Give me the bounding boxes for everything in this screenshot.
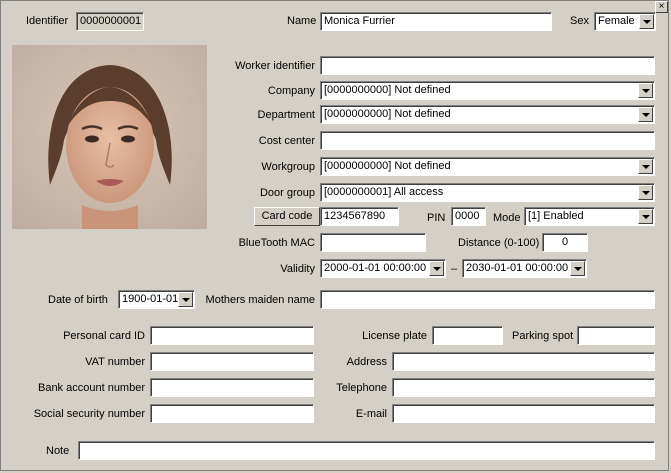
date-of-birth-picker[interactable]: 1900-01-01 — [118, 290, 195, 309]
email-field[interactable] — [392, 404, 655, 423]
pin-label: PIN — [427, 212, 446, 224]
parking-spot-field[interactable] — [577, 326, 655, 345]
mothers-maiden-name-label: Mothers maiden name — [205, 294, 315, 306]
sex-select[interactable]: Female — [594, 12, 656, 31]
card-code-button[interactable]: Card code — [254, 207, 320, 226]
social-security-number-label: Social security number — [33, 408, 145, 420]
license-plate-field[interactable] — [432, 326, 503, 345]
email-label: E-mail — [355, 408, 387, 420]
workgroup-select[interactable]: [0000000000] Not defined — [320, 157, 655, 176]
company-select-value: [0000000000] Not defined — [324, 84, 451, 96]
workgroup-label: Workgroup — [261, 161, 315, 173]
chevron-down-icon[interactable] — [638, 185, 653, 200]
mode-select-value: [1] Enabled — [528, 210, 584, 222]
parking-spot-label: Parking spot — [512, 330, 574, 342]
validity-label: Validity — [280, 263, 315, 275]
department-label: Department — [257, 109, 315, 121]
cost-center-field[interactable] — [320, 131, 655, 150]
name-field[interactable]: Monica Furrier — [320, 12, 552, 31]
date-of-birth-value: 1900-01-01 — [122, 293, 179, 305]
worker-identifier-label: Worker identifier — [235, 60, 315, 72]
validity-from-value: 2000-01-01 00:00:00 — [324, 262, 427, 274]
validity-separator: – — [451, 263, 458, 275]
date-of-birth-label: Date of birth — [48, 294, 108, 306]
validity-to-picker[interactable]: 2030-01-01 00:00:00 — [462, 259, 587, 278]
chevron-down-icon[interactable] — [178, 292, 193, 307]
bank-account-number-field[interactable] — [150, 378, 314, 397]
chevron-down-icon[interactable] — [638, 159, 653, 174]
cost-center-label: Cost center — [258, 135, 315, 147]
door-group-select-value: [0000000001] All access — [324, 186, 444, 198]
identifier-label: Identifier — [26, 15, 69, 27]
mothers-maiden-name-field[interactable] — [320, 290, 655, 309]
chevron-down-icon[interactable] — [429, 261, 444, 276]
chevron-down-icon[interactable] — [638, 83, 653, 98]
name-label: Name — [287, 15, 317, 27]
bluetooth-mac-field[interactable] — [320, 233, 426, 252]
bank-account-number-label: Bank account number — [37, 382, 145, 394]
company-label: Company — [267, 85, 315, 97]
address-field[interactable] — [392, 352, 655, 371]
vat-number-field[interactable] — [150, 352, 314, 371]
sex-label: Sex — [570, 15, 589, 27]
distance-field[interactable]: 0 — [542, 233, 588, 252]
personal-card-id-label: Personal card ID — [63, 330, 145, 342]
close-button[interactable]: × — [655, 1, 668, 13]
note-field[interactable] — [78, 441, 655, 460]
card-code-field[interactable]: 1234567890 — [320, 207, 399, 226]
department-select-value: [0000000000] Not defined — [324, 108, 451, 120]
chevron-down-icon[interactable] — [639, 14, 654, 29]
department-select[interactable]: [0000000000] Not defined — [320, 105, 655, 124]
note-label: Note — [46, 445, 70, 457]
chevron-down-icon[interactable] — [638, 209, 653, 224]
vat-number-label: VAT number — [85, 356, 145, 368]
company-select[interactable]: [0000000000] Not defined — [320, 81, 655, 100]
mode-select[interactable]: [1] Enabled — [524, 207, 655, 226]
telephone-label: Telephone — [336, 382, 387, 394]
pin-field[interactable]: 0000 — [451, 207, 486, 226]
social-security-number-field[interactable] — [150, 404, 314, 423]
chevron-down-icon[interactable] — [638, 107, 653, 122]
bluetooth-mac-label: BlueTooth MAC — [238, 237, 315, 249]
door-group-select[interactable]: [0000000001] All access — [320, 183, 655, 202]
personal-card-id-field[interactable] — [150, 326, 314, 345]
validity-to-value: 2030-01-01 00:00:00 — [466, 262, 569, 274]
distance-label: Distance (0-100) — [458, 237, 540, 249]
workgroup-select-value: [0000000000] Not defined — [324, 160, 451, 172]
validity-from-picker[interactable]: 2000-01-01 00:00:00 — [320, 259, 446, 278]
sex-select-value: Female — [598, 15, 635, 27]
person-photo-icon — [12, 45, 207, 229]
mode-label: Mode — [493, 212, 521, 224]
door-group-label: Door group — [259, 187, 315, 199]
address-label: Address — [346, 356, 387, 368]
license-plate-label: License plate — [362, 330, 427, 342]
identifier-field: 0000000001 — [76, 12, 144, 31]
chevron-down-icon[interactable] — [570, 261, 585, 276]
worker-identifier-field[interactable] — [320, 56, 655, 75]
person-photo — [12, 45, 207, 229]
telephone-field[interactable] — [392, 378, 655, 397]
